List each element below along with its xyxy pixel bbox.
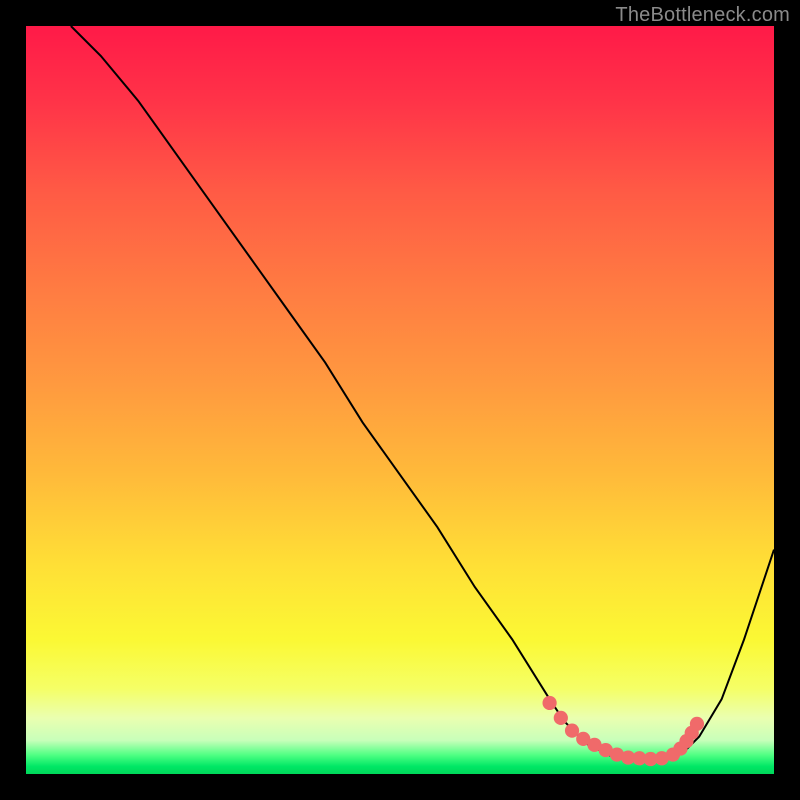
highlight-dot <box>542 696 556 710</box>
plot-area <box>26 26 774 774</box>
bottleneck-curve <box>71 26 774 759</box>
highlight-dot <box>690 717 704 731</box>
chart-curve <box>26 26 774 774</box>
chart-frame: TheBottleneck.com <box>0 0 800 800</box>
highlight-dot-group <box>542 696 704 766</box>
highlight-dot <box>554 711 568 725</box>
watermark-text: TheBottleneck.com <box>615 4 790 27</box>
